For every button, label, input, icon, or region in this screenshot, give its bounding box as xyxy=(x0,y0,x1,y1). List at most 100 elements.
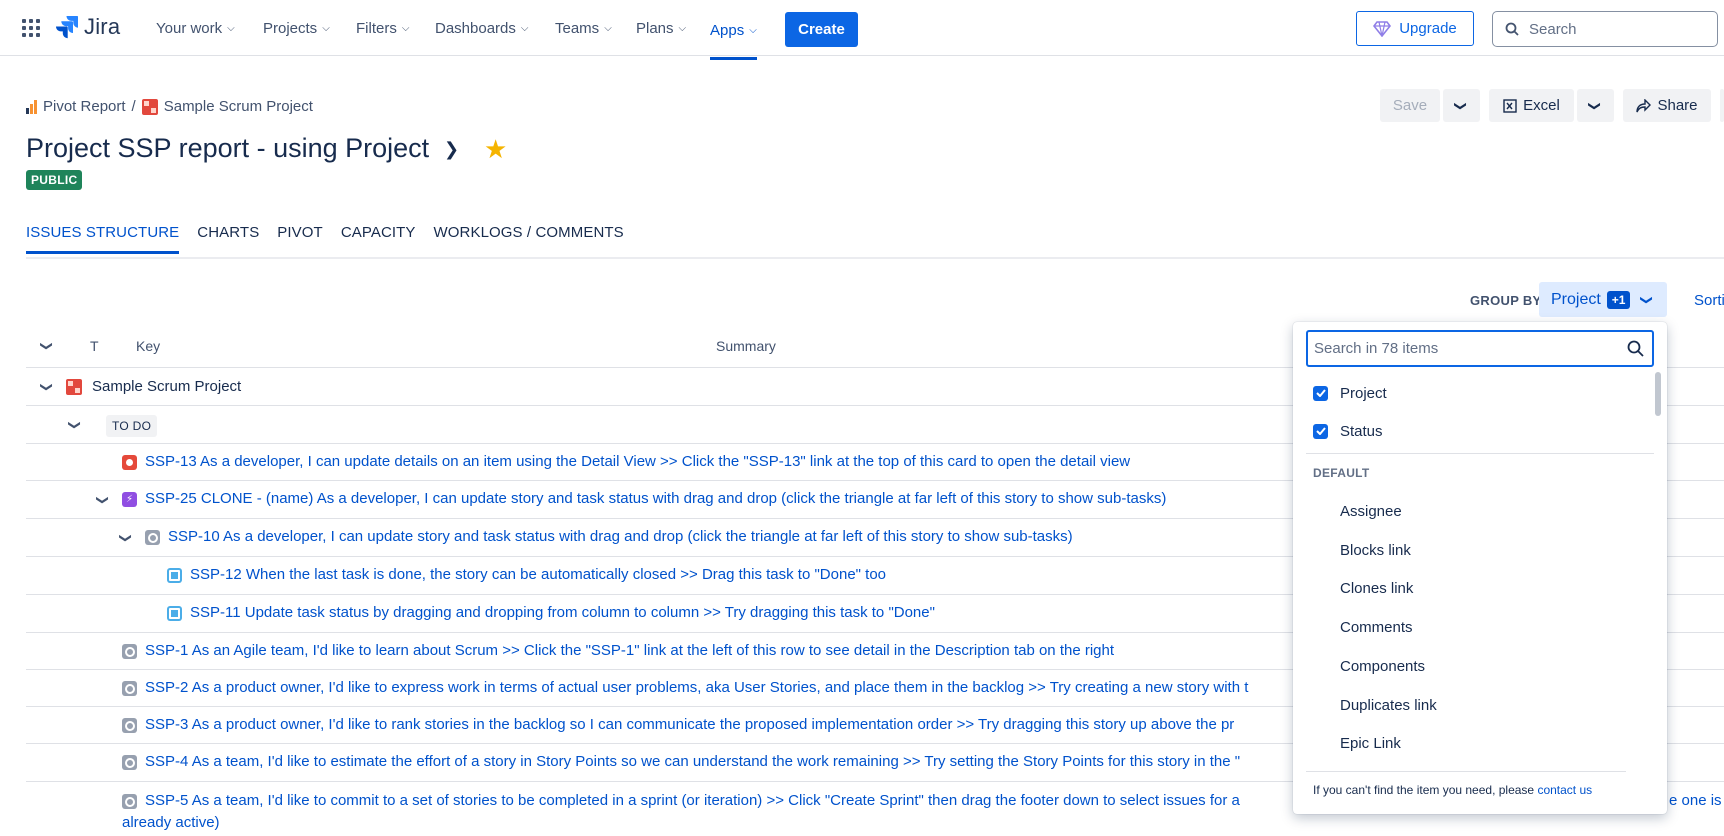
groupby-option-blocks-link[interactable]: Blocks link xyxy=(1340,542,1411,559)
tab-pivot[interactable]: PIVOT xyxy=(277,224,323,254)
subtask-icon xyxy=(167,568,182,583)
chevron-down-icon[interactable]: ❯ xyxy=(119,533,133,543)
checkbox-checked-icon[interactable] xyxy=(1313,423,1328,439)
issue-summary-link[interactable]: SSP-11 Update task status by dragging an… xyxy=(190,604,935,621)
breadcrumb-pivot-report[interactable]: Pivot Report xyxy=(43,98,126,115)
chevron-down-icon[interactable]: ❯ xyxy=(96,495,110,505)
issue-summary-link[interactable]: SSP-12 When the last task is done, the s… xyxy=(190,566,886,583)
groupby-value: Project xyxy=(1551,290,1601,308)
option-label: Project xyxy=(1340,384,1387,402)
issue-summary-link[interactable]: SSP-3 As a product owner, I'd like to ra… xyxy=(145,716,1234,733)
nav-label: Teams xyxy=(555,19,600,37)
chevron-down-icon: ❯ xyxy=(1588,100,1603,111)
epic-icon: ⚡ xyxy=(122,492,137,507)
tab-worklogs-comments[interactable]: WORKLOGS / COMMENTS xyxy=(434,224,624,254)
gem-icon xyxy=(1373,20,1392,37)
chevron-down-icon: ⌵ xyxy=(401,22,410,34)
save-dropdown-button[interactable]: ❯ xyxy=(1443,89,1480,122)
issue-summary-link[interactable]: SSP-1 As an Agile team, I'd like to lear… xyxy=(145,642,1114,659)
groupby-dropdown-panel: Search in 78 items Project Status DEFAUL… xyxy=(1293,322,1667,814)
issue-summary-link[interactable]: SSP-25 CLONE - (name) As a developer, I … xyxy=(145,490,1166,507)
issue-summary-link[interactable]: SSP-5 As a team, I'd like to commit to a… xyxy=(145,792,1240,809)
nav-dashboards[interactable]: Dashboards ⌵ xyxy=(435,0,528,56)
dropdown-divider xyxy=(1306,453,1654,454)
star-icon[interactable]: ★ xyxy=(484,134,507,165)
excel-icon xyxy=(1503,98,1517,113)
issue-summary-link[interactable]: SSP-13 As a developer, I can update deta… xyxy=(145,453,1130,470)
sorting-button[interactable]: Sorti xyxy=(1694,292,1724,309)
issue-summary-link[interactable]: SSP-10 As a developer, I can update stor… xyxy=(168,528,1073,545)
dropdown-scrollbar[interactable] xyxy=(1655,372,1661,416)
issue-summary-link[interactable]: SSP-4 As a team, I'd like to estimate th… xyxy=(145,753,1240,770)
checkbox-checked-icon[interactable] xyxy=(1313,385,1328,401)
story-icon xyxy=(122,794,137,809)
pivot-report-icon xyxy=(26,99,37,114)
jira-logo[interactable]: Jira xyxy=(56,14,120,40)
issue-summary-link[interactable]: SSP-2 As a product owner, I'd like to ex… xyxy=(145,679,1248,696)
nav-filters[interactable]: Filters ⌵ xyxy=(356,0,409,56)
chevron-down-icon: ⌵ xyxy=(604,22,612,34)
subtask-icon xyxy=(167,606,182,621)
nav-label: Your work xyxy=(156,19,223,37)
nav-label: Apps xyxy=(710,21,745,39)
nav-label: Projects xyxy=(263,19,318,37)
search-icon xyxy=(1505,22,1519,36)
chevron-down-icon[interactable]: ❯ xyxy=(68,420,82,430)
story-icon xyxy=(122,681,137,696)
groupby-option-epic-link[interactable]: Epic Link xyxy=(1340,735,1401,752)
save-button[interactable]: Save xyxy=(1380,89,1440,122)
groupby-search-input[interactable]: Search in 78 items xyxy=(1306,330,1654,367)
app-switcher-icon[interactable] xyxy=(22,19,40,37)
groupby-option-status[interactable]: Status xyxy=(1313,419,1383,443)
status-badge: TO DO xyxy=(106,415,158,437)
chevron-down-icon[interactable]: ❯ xyxy=(40,382,54,392)
chevron-down-icon: ⌵ xyxy=(520,22,529,34)
chevron-down-icon: ⌵ xyxy=(749,24,757,36)
groupby-option-clones-link[interactable]: Clones link xyxy=(1340,580,1413,597)
breadcrumb-separator: / xyxy=(131,98,136,115)
nav-label: Filters xyxy=(356,19,397,37)
chevron-down-icon: ⌵ xyxy=(678,22,687,34)
project-name: Sample Scrum Project xyxy=(92,378,242,395)
tab-issues-structure[interactable]: ISSUES STRUCTURE xyxy=(26,224,180,254)
nav-apps[interactable]: Apps ⌵ xyxy=(710,0,757,60)
issue-summary-link-line2[interactable]: already active) xyxy=(122,814,220,831)
nav-teams[interactable]: Teams ⌵ xyxy=(555,0,612,56)
collapse-all-chevron-icon[interactable]: ❯ xyxy=(40,341,54,351)
groupby-option-comments[interactable]: Comments xyxy=(1340,619,1413,636)
share-button[interactable]: Share xyxy=(1623,89,1711,122)
top-navigation: Jira Your work ⌵ Projects ⌵ Filters ⌵ Dashb… xyxy=(0,0,1724,60)
more-button[interactable] xyxy=(1720,89,1724,122)
create-button[interactable]: Create xyxy=(785,12,858,47)
column-header-type[interactable]: T xyxy=(90,338,99,354)
nav-your-work[interactable]: Your work ⌵ xyxy=(156,0,235,56)
footer-text: If you can't find the item you need, ple… xyxy=(1313,783,1535,797)
option-label: Status xyxy=(1340,422,1383,440)
groupby-option-project[interactable]: Project xyxy=(1313,381,1387,405)
column-header-summary[interactable]: Summary xyxy=(716,338,776,354)
upgrade-button[interactable]: Upgrade xyxy=(1356,11,1474,46)
excel-label: Excel xyxy=(1523,97,1560,114)
groupby-count-badge: +1 xyxy=(1606,290,1631,309)
tab-capacity[interactable]: CAPACITY xyxy=(341,224,416,254)
search-input[interactable]: Search xyxy=(1492,11,1718,47)
groupby-dropdown-button[interactable]: Project +1 ❯ xyxy=(1539,282,1667,317)
contact-us-link[interactable]: contact us xyxy=(1537,783,1592,797)
nav-projects[interactable]: Projects ⌵ xyxy=(263,0,330,56)
excel-button[interactable]: Excel xyxy=(1489,89,1574,122)
issue-summary-link-tail[interactable]: e one is xyxy=(1669,792,1722,809)
public-badge: PUBLIC xyxy=(26,170,83,190)
groupby-option-components[interactable]: Components xyxy=(1340,658,1425,675)
groupby-option-assignee[interactable]: Assignee xyxy=(1340,503,1402,520)
groupby-option-duplicates-link[interactable]: Duplicates link xyxy=(1340,697,1437,714)
story-icon xyxy=(122,644,137,659)
column-header-key[interactable]: Key xyxy=(136,338,160,354)
title-chevron-down-icon[interactable]: ❯ xyxy=(444,139,459,160)
nav-plans[interactable]: Plans ⌵ xyxy=(636,0,686,56)
jira-logo-text: Jira xyxy=(84,14,121,39)
search-placeholder: Search xyxy=(1529,20,1577,38)
breadcrumb: Pivot Report / Sample Scrum Project xyxy=(26,98,313,115)
tab-charts[interactable]: CHARTS xyxy=(197,224,259,254)
excel-dropdown-button[interactable]: ❯ xyxy=(1577,89,1614,122)
breadcrumb-project[interactable]: Sample Scrum Project xyxy=(164,98,313,115)
